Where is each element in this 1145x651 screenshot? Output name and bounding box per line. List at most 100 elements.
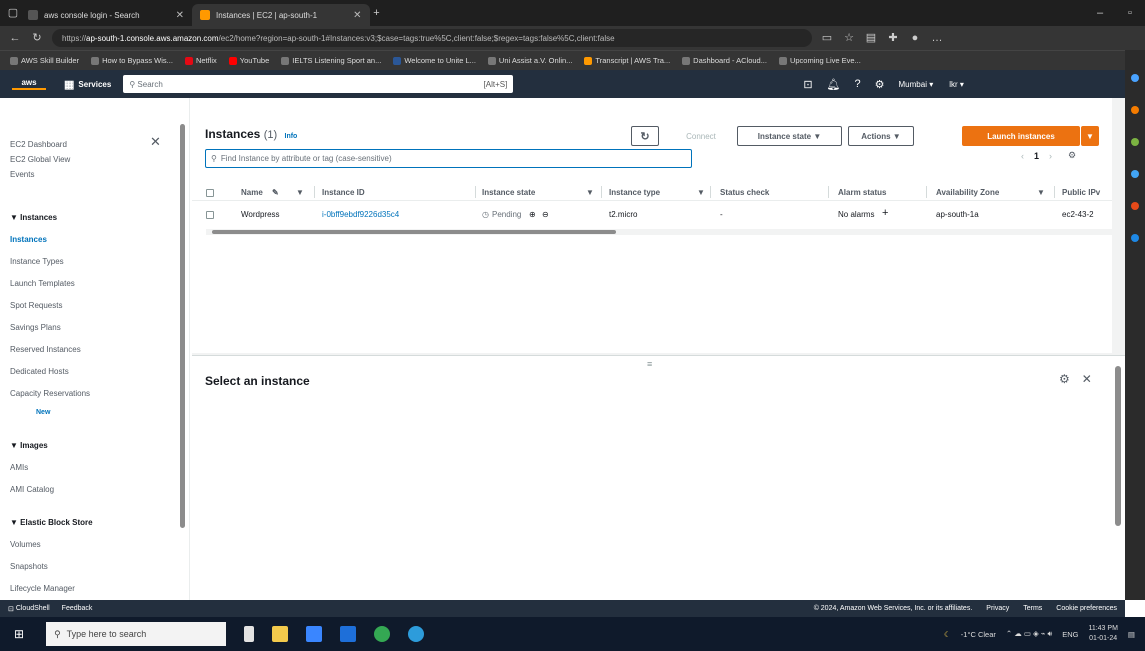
cookie-preferences-link[interactable]: Cookie preferences: [1056, 605, 1117, 612]
cell-instance-id-link[interactable]: i-0bff9ebdf9226d35c4: [322, 210, 399, 219]
reading-view-icon[interactable]: ▭: [820, 31, 834, 45]
chrome-icon[interactable]: [374, 626, 391, 642]
tray-icons[interactable]: ⌃ ☁ ▭ ◈ ⌁ 🔊︎: [1006, 629, 1052, 639]
notification-center-icon[interactable]: ▤: [1128, 630, 1135, 639]
select-all-checkbox[interactable]: [206, 189, 214, 197]
row-checkbox[interactable]: [206, 211, 214, 219]
actions-button[interactable]: Actions ▼: [848, 126, 914, 146]
sidebar-item-savings-plans[interactable]: Savings Plans: [10, 323, 61, 332]
instance-filter-input[interactable]: ⚲ Find Instance by attribute or tag (cas…: [205, 149, 692, 168]
sidebar-item-global-view[interactable]: EC2 Global View: [10, 155, 70, 164]
more-menu-icon[interactable]: …: [930, 31, 944, 45]
cloudshell-icon[interactable]: ⊡: [8, 605, 16, 613]
sidebar-scrollbar[interactable]: [180, 124, 185, 528]
language-indicator[interactable]: ENG: [1062, 630, 1078, 639]
sort-caret-icon[interactable]: ▼: [697, 188, 705, 197]
col-header-name[interactable]: Name: [241, 188, 263, 197]
bookmark-item[interactable]: How to Bypass Wis...: [91, 56, 173, 65]
sort-caret-icon[interactable]: ▼: [586, 188, 594, 197]
info-link[interactable]: Info: [285, 133, 298, 140]
taskbar-search-input[interactable]: ⚲ Type here to search: [46, 622, 227, 646]
aws-logo[interactable]: aws: [12, 78, 46, 90]
col-header-public-ip[interactable]: Public IPv: [1062, 188, 1100, 197]
account-menu[interactable]: lkr ▾: [949, 80, 964, 89]
minimize-icon[interactable]: –: [1093, 6, 1107, 20]
region-selector[interactable]: Mumbai ▾: [899, 80, 934, 89]
split-settings-icon[interactable]: ⚙: [1059, 372, 1070, 386]
next-page-icon[interactable]: ›: [1049, 151, 1052, 161]
collections-icon[interactable]: ▤: [864, 31, 878, 45]
scrollbar-thumb[interactable]: [212, 230, 616, 234]
bookmark-item[interactable]: Dashboard - ACloud...: [682, 56, 767, 65]
preferences-gear-icon[interactable]: ⚙: [1068, 150, 1076, 161]
restore-icon[interactable]: ▫: [1123, 6, 1137, 20]
page-number[interactable]: 1: [1034, 151, 1039, 161]
store-icon[interactable]: [306, 626, 323, 642]
sidebar-item-amis[interactable]: AMIs: [10, 463, 28, 472]
tools-icon[interactable]: [1131, 170, 1139, 178]
sidebar-item-instances[interactable]: Instances: [10, 235, 47, 244]
profile-icon[interactable]: ●: [908, 31, 922, 45]
sidebar-item-ami-catalog[interactable]: AMI Catalog: [10, 485, 54, 494]
refresh-button[interactable]: ↻: [631, 126, 659, 146]
col-header-instance-state[interactable]: Instance state: [482, 188, 535, 197]
sidebar-section-images[interactable]: ▼ Images: [10, 441, 48, 450]
instance-state-button[interactable]: Instance state ▼: [737, 126, 842, 146]
launch-dropdown-button[interactable]: ▼: [1081, 126, 1099, 146]
close-split-icon[interactable]: ✕: [1082, 372, 1092, 386]
sidebar-item-instance-types[interactable]: Instance Types: [10, 257, 64, 266]
services-menu[interactable]: ▦ Services: [64, 78, 111, 91]
mail-icon[interactable]: [340, 626, 357, 642]
sort-caret-icon[interactable]: ▼: [1037, 188, 1045, 197]
back-icon[interactable]: ←: [8, 31, 22, 45]
sidebar-section-ebs[interactable]: ▼ Elastic Block Store: [10, 518, 93, 527]
bookmark-item[interactable]: Transcript | AWS Tra...: [584, 56, 670, 65]
bookmark-item[interactable]: Netflix: [184, 56, 217, 65]
zoom-out-icon[interactable]: ⊖: [542, 210, 549, 219]
refresh-icon[interactable]: ↻: [30, 31, 44, 45]
cloudshell-icon[interactable]: ⊡: [803, 78, 812, 91]
sidebar-item-events[interactable]: Events: [10, 170, 34, 179]
close-tab-icon[interactable]: ✕: [353, 10, 361, 21]
sidebar-item-reserved-instances[interactable]: Reserved Instances: [10, 345, 81, 354]
sidebar-item-volumes[interactable]: Volumes: [10, 540, 41, 549]
bookmark-item[interactable]: AWS Skill Builder: [10, 56, 79, 65]
weather-icon[interactable]: ☾: [944, 630, 951, 639]
sidebar-item-launch-templates[interactable]: Launch Templates: [10, 279, 75, 288]
bookmark-item[interactable]: Uni Assist a.V. Onlin...: [487, 56, 572, 65]
connect-button[interactable]: Connect: [671, 126, 731, 146]
window-menu-icon[interactable]: ▢: [6, 6, 20, 20]
col-header-availability-zone[interactable]: Availability Zone: [936, 188, 999, 197]
bookmark-item[interactable]: Welcome to Unite L...: [393, 56, 476, 65]
notifications-bell-icon[interactable]: 🔔︎: [827, 78, 841, 91]
sidebar-item-capacity-reservations[interactable]: Capacity Reservations: [10, 389, 90, 398]
browser-tab-ec2[interactable]: Instances | EC2 | ap-south-1 ✕: [192, 4, 370, 26]
prev-page-icon[interactable]: ‹: [1021, 151, 1024, 161]
table-horizontal-scrollbar[interactable]: [206, 229, 1112, 235]
task-view-icon[interactable]: [244, 626, 255, 642]
browser-tab-search[interactable]: aws console login - Search ✕: [20, 4, 192, 26]
col-header-status-check[interactable]: Status check: [720, 188, 769, 197]
bookmark-item[interactable]: IELTS Listening Sport an...: [281, 56, 381, 65]
sidebar-item-spot-requests[interactable]: Spot Requests: [10, 301, 62, 310]
bookmark-item[interactable]: YouTube: [228, 56, 269, 65]
close-tab-icon[interactable]: ✕: [176, 10, 184, 21]
sidebar-item-snapshots[interactable]: Snapshots: [10, 562, 48, 571]
cell-name[interactable]: Wordpress: [241, 210, 280, 219]
url-field[interactable]: https://ap-south-1.console.aws.amazon.co…: [52, 29, 812, 47]
bookmark-item[interactable]: Upcoming Live Eve...: [778, 56, 861, 65]
privacy-link[interactable]: Privacy: [986, 605, 1009, 612]
sidebar-item-dedicated-hosts[interactable]: Dedicated Hosts: [10, 367, 69, 376]
cloudshell-link[interactable]: CloudShell: [16, 605, 50, 612]
page-vertical-scrollbar[interactable]: [1115, 366, 1121, 526]
weather-text[interactable]: -1°C Clear: [961, 630, 996, 639]
edit-icon[interactable]: ✎: [272, 188, 279, 197]
col-header-instance-type[interactable]: Instance type: [609, 188, 660, 197]
zoom-in-icon[interactable]: ⊕: [529, 210, 536, 219]
col-header-alarm-status[interactable]: Alarm status: [838, 188, 886, 197]
sidebar-section-instances[interactable]: ▼ Instances: [10, 213, 57, 222]
close-sidebar-icon[interactable]: ✕: [150, 134, 161, 150]
sidebar-item-ec2-dashboard[interactable]: EC2 Dashboard: [10, 140, 67, 149]
aws-search-input[interactable]: ⚲ Search [Alt+S]: [123, 75, 514, 93]
feedback-link[interactable]: Feedback: [62, 605, 93, 612]
